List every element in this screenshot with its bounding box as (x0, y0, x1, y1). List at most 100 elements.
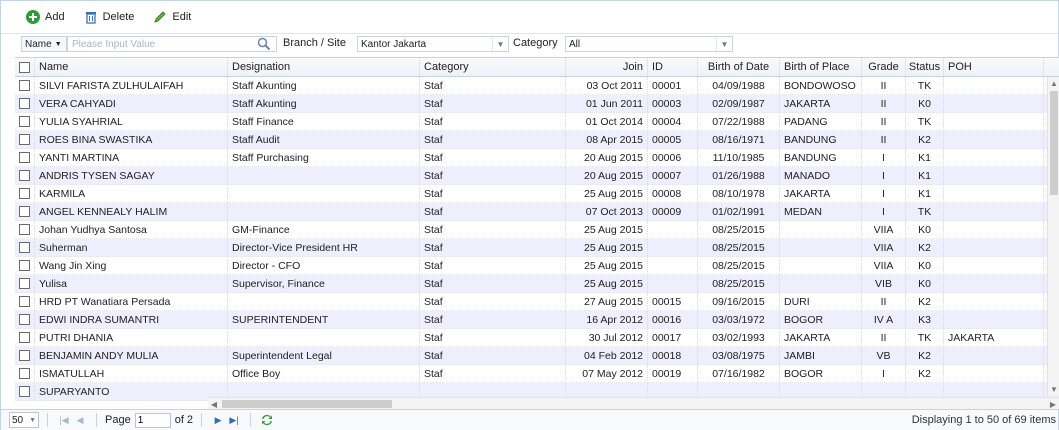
page-size-select[interactable]: 50 ▼ (9, 412, 39, 428)
cell-grade: VIIA (862, 239, 906, 256)
first-page-icon[interactable]: |◀ (56, 412, 72, 428)
branch-label: Branch / Site (283, 37, 346, 49)
search-icon[interactable] (257, 37, 271, 51)
cell-name: BENJAMIN ANDY MULIA (35, 347, 228, 364)
dropdown-icon: ▼ (54, 40, 62, 48)
cell-category: Staf (420, 167, 566, 184)
cell-grade: II (862, 95, 906, 112)
table-row[interactable]: SILVI FARISTA ZULHULAIFAH Staff Akunting S… (15, 77, 1059, 95)
row-checkbox[interactable] (15, 257, 35, 274)
cell-status: K2 (906, 239, 944, 256)
cell-join: 25 Aug 2015 (566, 257, 648, 274)
scroll-thumb[interactable] (222, 400, 392, 408)
row-checkbox[interactable] (15, 185, 35, 202)
next-page-icon[interactable]: ▶ (210, 412, 226, 428)
row-checkbox[interactable] (15, 113, 35, 130)
cell-id (648, 221, 698, 238)
table-row[interactable]: ROES BINA SWASTIKA Staff Audit Staf 08 Apr … (15, 131, 1059, 149)
table-row[interactable]: YULIA SYAHRIAL Staff Finance Staf 01 Oct 20… (15, 113, 1059, 131)
row-checkbox[interactable] (15, 131, 35, 148)
cell-poh (944, 239, 1044, 256)
row-checkbox[interactable] (15, 275, 35, 292)
add-label: Add (45, 11, 65, 23)
cell-poh: JAKARTA (944, 329, 1044, 346)
add-button[interactable]: Add (21, 7, 69, 27)
table-row[interactable]: BENJAMIN ANDY MULIA Superintendent Legal S… (15, 347, 1059, 365)
cell-designation: Staff Purchasing (228, 149, 420, 166)
category-select[interactable]: All ▼ (565, 36, 733, 52)
row-checkbox[interactable] (15, 329, 35, 346)
row-checkbox[interactable] (15, 365, 35, 382)
table-row[interactable]: KARMILA Staf 25 Aug 2015 00008 08/10/1978 JAK… (15, 185, 1059, 203)
horizontal-scrollbar[interactable]: ◀ ▶ (208, 397, 1059, 409)
cell-join: 01 Oct 2014 (566, 113, 648, 130)
cell-birth-place: JAKARTA (780, 95, 862, 112)
prev-page-icon[interactable]: ◀ (72, 412, 88, 428)
delete-button[interactable]: Delete (79, 7, 139, 27)
column-header-category[interactable]: Category (420, 58, 566, 76)
column-header-birth-date[interactable]: Birth of Date (698, 58, 780, 76)
table-row[interactable]: YANTI MARTINA Staff Purchasing Staf 20 Aug … (15, 149, 1059, 167)
table-row[interactable]: Wang Jin Xing Director - CFO Staf 25 Aug 20… (15, 257, 1059, 275)
row-checkbox[interactable] (15, 149, 35, 166)
search-field-select[interactable]: Name ▼ (21, 36, 67, 52)
scroll-right-icon[interactable]: ▶ (1047, 398, 1059, 409)
select-all-checkbox[interactable] (15, 58, 35, 76)
search-input[interactable] (67, 36, 277, 52)
column-header-designation[interactable]: Designation (228, 58, 420, 76)
row-checkbox[interactable] (15, 239, 35, 256)
edit-button[interactable]: Edit (148, 7, 195, 27)
table-row[interactable]: PUTRI DHANIA Staf 30 Jul 2012 00017 03/02/19… (15, 329, 1059, 347)
cell-id: 00007 (648, 167, 698, 184)
cell-join: 25 Aug 2015 (566, 275, 648, 292)
column-header-birth-place[interactable]: Birth of Place (780, 58, 862, 76)
table-row[interactable]: ANGEL KENNEALY HALIM Staf 07 Oct 2013 00009… (15, 203, 1059, 221)
row-checkbox[interactable] (15, 293, 35, 310)
delete-icon (83, 9, 99, 25)
row-checkbox[interactable] (15, 77, 35, 94)
row-checkbox[interactable] (15, 203, 35, 220)
cell-designation: Staff Akunting (228, 95, 420, 112)
cell-id: 00016 (648, 311, 698, 328)
cell-designation: Staff Audit (228, 131, 420, 148)
cell-id (648, 239, 698, 256)
cell-birth-place: JAMBI (780, 347, 862, 364)
cell-birth-date: 07/22/1988 (698, 113, 780, 130)
column-header-id[interactable]: ID (648, 58, 698, 76)
table-row[interactable]: ANDRIS TYSEN SAGAY Staf 20 Aug 2015 00007 01… (15, 167, 1059, 185)
scroll-thumb[interactable] (1050, 91, 1058, 195)
table-row[interactable]: EDWI INDRA SUMANTRI SUPERINTENDENT Staf 16 … (15, 311, 1059, 329)
row-checkbox[interactable] (15, 167, 35, 184)
table-row[interactable]: VERA CAHYADI Staff Akunting Staf 01 Jun 201… (15, 95, 1059, 113)
cell-grade: II (862, 293, 906, 310)
column-header-grade[interactable]: Grade (862, 58, 906, 76)
scroll-up-icon[interactable]: ▲ (1048, 77, 1059, 89)
cell-category: Staf (420, 257, 566, 274)
table-row[interactable]: Suherman Director-Vice President HR Staf 25… (15, 239, 1059, 257)
table-row[interactable]: Yulisa Supervisor, Finance Staf 25 Aug 2015… (15, 275, 1059, 293)
refresh-icon[interactable] (259, 412, 275, 428)
last-page-icon[interactable]: ▶| (226, 412, 242, 428)
column-header-status[interactable]: Status (906, 58, 944, 76)
scroll-down-icon[interactable]: ▼ (1048, 383, 1059, 395)
table-row[interactable]: Johan Yudhya Santosa GM-Finance Staf 25 Aug… (15, 221, 1059, 239)
vertical-scrollbar[interactable]: ▲ ▼ (1047, 77, 1059, 395)
branch-select[interactable]: Kantor Jakarta ▼ (357, 36, 509, 52)
column-header-name[interactable]: Name (35, 58, 228, 76)
row-checkbox[interactable] (15, 95, 35, 112)
cell-category: Staf (420, 365, 566, 382)
cell-designation (228, 167, 420, 184)
column-header-poh[interactable]: POH (944, 58, 1044, 76)
row-checkbox[interactable] (15, 311, 35, 328)
row-checkbox[interactable] (15, 347, 35, 364)
cell-designation: Supervisor, Finance (228, 275, 420, 292)
row-checkbox[interactable] (15, 383, 35, 400)
cell-birth-place (780, 221, 862, 238)
cell-birth-place: PADANG (780, 113, 862, 130)
scroll-left-icon[interactable]: ◀ (208, 398, 220, 409)
page-number-input[interactable] (134, 412, 171, 428)
row-checkbox[interactable] (15, 221, 35, 238)
table-row[interactable]: ISMATULLAH Office Boy Staf 07 May 2012 00019… (15, 365, 1059, 383)
column-header-join[interactable]: Join (566, 58, 648, 76)
table-row[interactable]: HRD PT Wanatiara Persada Staf 27 Aug 2015 0… (15, 293, 1059, 311)
